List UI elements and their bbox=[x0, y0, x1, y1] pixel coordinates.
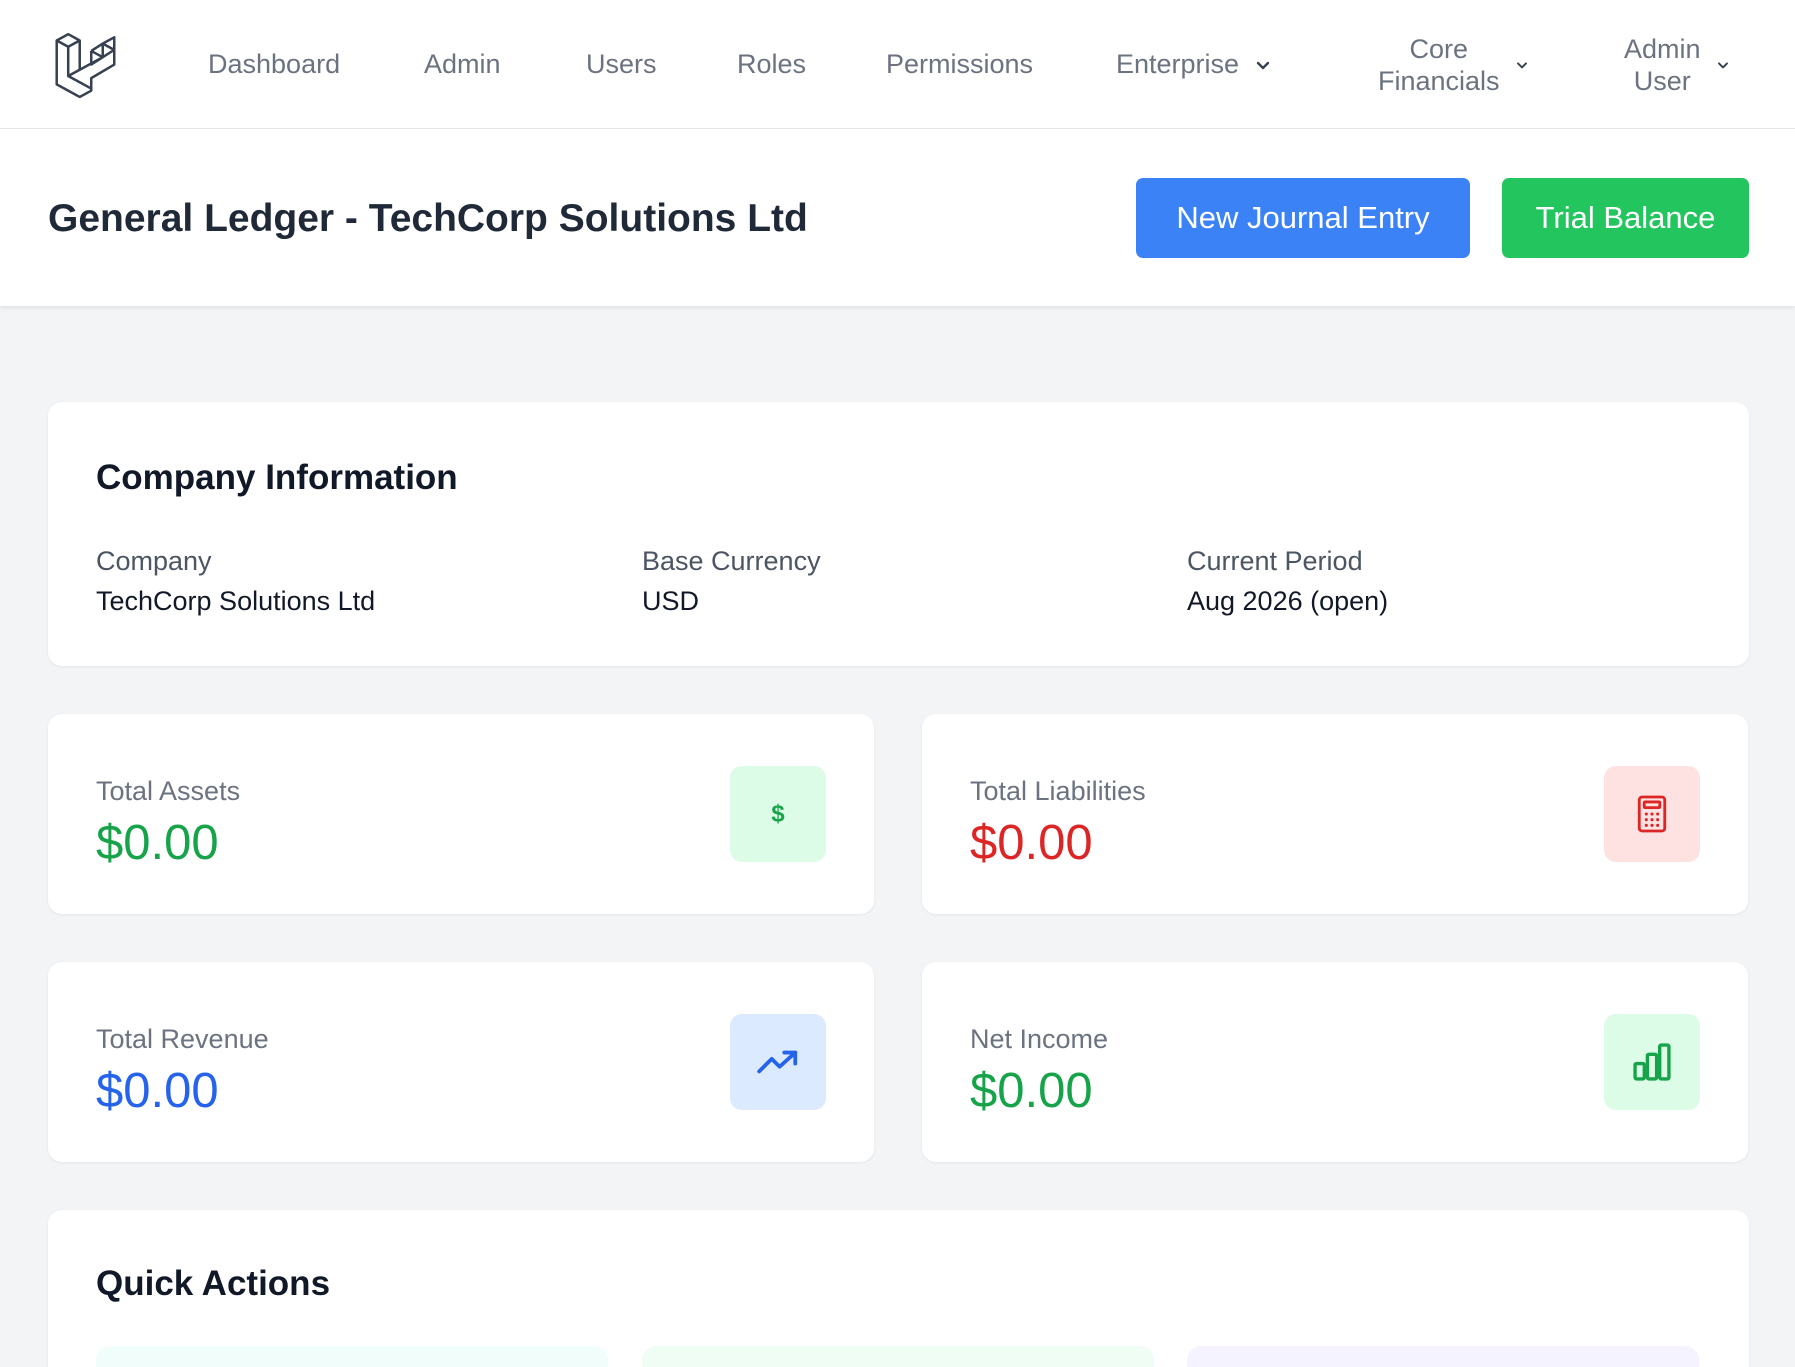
calculator-icon bbox=[1637, 795, 1667, 833]
company-information-heading: Company Information bbox=[96, 458, 458, 497]
current-period-label: Current Period bbox=[1187, 546, 1363, 576]
nav-core-financials-line1: Core bbox=[1409, 33, 1469, 64]
stat-label: Total Liabilities bbox=[970, 776, 1146, 806]
stat-label: Total Revenue bbox=[96, 1024, 269, 1054]
total-revenue-card: Total Revenue $0.00 bbox=[48, 962, 874, 1162]
base-currency-label: Base Currency bbox=[642, 546, 821, 576]
user-menu-dropdown[interactable]: Admin User bbox=[1624, 0, 1731, 129]
page-header: General Ledger - TechCorp Solutions Ltd … bbox=[0, 129, 1795, 306]
stat-icon-box: $ bbox=[730, 766, 826, 862]
company-label: Company bbox=[96, 546, 212, 576]
quick-action-tile[interactable] bbox=[642, 1346, 1154, 1367]
total-liabilities-card: Total Liabilities $0.00 bbox=[922, 714, 1748, 914]
current-period-value: Aug 2026 (open) bbox=[1187, 586, 1389, 616]
nav-roles[interactable]: Roles bbox=[737, 0, 806, 129]
chevron-down-icon bbox=[1717, 61, 1728, 68]
quick-actions-heading: Quick Actions bbox=[96, 1264, 331, 1303]
chevron-down-icon bbox=[1256, 61, 1270, 69]
net-income-card: Net Income $0.00 bbox=[922, 962, 1748, 1162]
user-menu-line1: Admin bbox=[1624, 33, 1701, 64]
chevron-down-icon bbox=[1516, 61, 1527, 68]
trending-up-icon bbox=[757, 1050, 798, 1074]
stat-icon-box bbox=[730, 1014, 826, 1110]
base-currency-value: USD bbox=[642, 586, 700, 616]
nav-users[interactable]: Users bbox=[586, 0, 657, 129]
page-title: General Ledger - TechCorp Solutions Ltd bbox=[48, 197, 808, 240]
current-period-field: Current Period Aug 2026 (open) bbox=[1187, 542, 1388, 620]
base-currency-field: Base Currency USD bbox=[642, 542, 821, 620]
stat-value: $0.00 bbox=[96, 1064, 219, 1118]
nav-permissions[interactable]: Permissions bbox=[886, 0, 1033, 129]
company-field: Company TechCorp Solutions Ltd bbox=[96, 542, 375, 620]
quick-actions-card: Quick Actions bbox=[48, 1210, 1749, 1367]
stat-value: $0.00 bbox=[970, 816, 1093, 870]
total-assets-card: Total Assets $0.00 $ bbox=[48, 714, 874, 914]
nav-admin[interactable]: Admin bbox=[424, 0, 501, 129]
user-menu-line2: User bbox=[1633, 65, 1691, 96]
stat-value: $0.00 bbox=[96, 816, 219, 870]
laravel-logo-icon[interactable] bbox=[52, 30, 120, 98]
trial-balance-button[interactable]: Trial Balance bbox=[1502, 178, 1749, 258]
quick-action-tile[interactable] bbox=[1187, 1346, 1699, 1367]
stat-value: $0.00 bbox=[970, 1064, 1093, 1118]
company-value: TechCorp Solutions Ltd bbox=[96, 586, 376, 616]
stat-icon-box bbox=[1604, 766, 1700, 862]
bar-chart-icon bbox=[1633, 1043, 1671, 1081]
stat-icon-box bbox=[1604, 1014, 1700, 1110]
new-journal-entry-button[interactable]: New Journal Entry bbox=[1136, 178, 1470, 258]
nav-enterprise-dropdown[interactable]: Enterprise bbox=[1116, 0, 1273, 129]
top-navigation: Dashboard Admin Users Roles Permissions … bbox=[0, 0, 1795, 129]
dollar-icon: $ bbox=[771, 801, 784, 827]
nav-core-financials-dropdown[interactable]: Core Financials bbox=[1378, 0, 1530, 129]
nav-core-financials-line2: Financials bbox=[1378, 65, 1500, 96]
svg-text:$: $ bbox=[771, 801, 784, 827]
quick-action-tile[interactable] bbox=[96, 1346, 608, 1367]
company-information-card: Company Information Company TechCorp Sol… bbox=[48, 402, 1749, 666]
stat-label: Total Assets bbox=[96, 776, 241, 806]
stat-label: Net Income bbox=[970, 1024, 1109, 1054]
nav-dashboard[interactable]: Dashboard bbox=[208, 0, 340, 129]
nav-enterprise-label: Enterprise bbox=[1116, 49, 1240, 79]
